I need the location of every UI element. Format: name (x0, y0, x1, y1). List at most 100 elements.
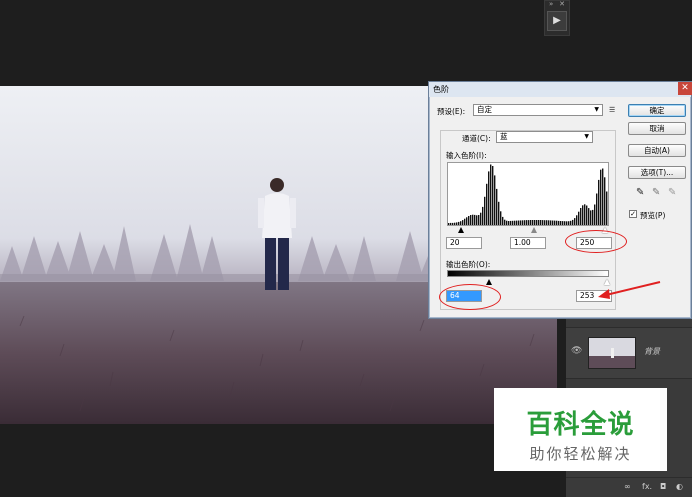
histogram-bar (588, 208, 590, 225)
histogram-bar (474, 214, 476, 225)
histogram-bar (534, 220, 536, 225)
histogram-bar (508, 221, 510, 225)
histogram-bar (568, 221, 570, 225)
histogram-bar (486, 183, 488, 225)
histogram-bar (518, 220, 520, 225)
chevron-down-icon: ▼ (584, 133, 589, 140)
histogram-bar (466, 217, 468, 225)
histogram-bar (526, 220, 528, 225)
preset-label: 预设(E): (437, 107, 466, 116)
input-gamma-slider[interactable] (531, 227, 537, 233)
histogram-bar (482, 206, 484, 225)
histogram-bar (464, 218, 466, 225)
options-button[interactable]: 选项(T)... (628, 166, 686, 179)
histogram-bar (500, 211, 502, 225)
histogram-bar (586, 205, 588, 225)
histogram-bar (538, 220, 540, 225)
histogram-bar (594, 204, 596, 225)
watermark-subtitle: 助你轻松解决 (529, 445, 632, 463)
histogram-bar (548, 220, 550, 225)
histogram-bar (598, 179, 600, 225)
input-levels-label: 输入色阶(I): (446, 151, 487, 160)
histogram-bar (590, 210, 592, 225)
channel-value: 蓝 (500, 132, 508, 141)
eye-icon[interactable]: 👁 (571, 346, 582, 356)
histogram-bar (458, 221, 460, 225)
white-eyedropper-icon[interactable]: ✎ (668, 187, 676, 198)
histogram-bar (492, 166, 494, 225)
play-icon: ▶ (553, 15, 561, 26)
mask-icon[interactable]: ◘ (660, 482, 666, 491)
close-icon[interactable]: ✕ (559, 0, 565, 8)
histogram-bar (462, 220, 464, 225)
cancel-button[interactable]: 取消 (628, 122, 686, 135)
histogram-bar (570, 220, 572, 225)
histogram-bar (580, 208, 582, 225)
histogram-bar (576, 215, 578, 225)
input-black-slider[interactable] (458, 227, 464, 233)
fx-icon[interactable]: fx. (642, 482, 652, 491)
output-gradient (447, 270, 609, 277)
adjustment-icon[interactable]: ◐ (676, 482, 683, 491)
histogram-bar (504, 219, 506, 225)
histogram-bar (582, 205, 584, 225)
photoshop-workspace: » ✕ ▶ 👁 背景 ∞ fx. ◘ ◐ 色阶 ✕ 预设(E): 自定 ▼ ☰ … (0, 0, 692, 497)
histogram-bar (496, 188, 498, 225)
channel-select[interactable]: 蓝 ▼ (496, 131, 593, 143)
histogram-bar (540, 220, 542, 225)
histogram-bar (514, 220, 516, 225)
dialog-close-button[interactable]: ✕ (678, 82, 692, 95)
histogram-bar (522, 220, 524, 225)
histogram-bar (454, 222, 456, 225)
layers-toolbar: ∞ fx. ◘ ◐ (566, 477, 692, 497)
black-eyedropper-icon[interactable]: ✎ (636, 187, 644, 198)
input-black-field[interactable]: 20 (446, 237, 482, 249)
output-levels-label: 输出色阶(O): (446, 260, 491, 269)
auto-button[interactable]: 自动(A) (628, 144, 686, 157)
histogram-bar (564, 221, 566, 225)
preview-label: 预览(P) (640, 211, 666, 220)
histogram-bar (470, 215, 472, 225)
ok-button[interactable]: 确定 (628, 104, 686, 117)
gray-eyedropper-icon[interactable]: ✎ (652, 187, 660, 198)
preview-checkbox[interactable]: ✓ (629, 210, 637, 218)
collapse-icon[interactable]: » (549, 0, 553, 8)
dialog-titlebar[interactable]: 色阶 ✕ (429, 82, 692, 97)
histogram-bar (512, 220, 514, 225)
input-gamma-field[interactable]: 1.00 (510, 237, 546, 249)
histogram-bar (530, 220, 532, 225)
actions-mini-panel: » ✕ ▶ (544, 0, 570, 36)
histogram-bar (552, 220, 554, 225)
histogram-bar (602, 168, 604, 225)
preset-select[interactable]: 自定 ▼ (473, 104, 603, 116)
histogram-bar (484, 196, 486, 225)
histogram-bar (572, 219, 574, 225)
histogram-bar (528, 220, 530, 225)
highlight-output-black (439, 284, 501, 310)
histogram-bar (450, 222, 452, 225)
histogram-bar (578, 211, 580, 225)
histogram-bar (558, 220, 560, 225)
histogram-bar (460, 221, 462, 225)
histogram-graph (448, 164, 608, 225)
histogram-bar (456, 222, 458, 225)
histogram-bar (554, 220, 556, 225)
histogram-bar (490, 164, 492, 225)
histogram-bar (520, 220, 522, 225)
watermark: 百科全说 助你轻松解决 (494, 388, 667, 471)
output-black-slider[interactable] (486, 279, 492, 285)
histogram-bar (536, 220, 538, 225)
histogram-bar (584, 204, 586, 225)
histogram-bar (472, 214, 474, 225)
histogram-bar (542, 220, 544, 225)
histogram-bar (592, 209, 594, 225)
histogram-bar (516, 220, 518, 225)
histogram-bar (506, 220, 508, 225)
play-button[interactable]: ▶ (547, 11, 567, 31)
histogram-bar (600, 169, 602, 225)
histogram-bar (562, 221, 564, 225)
link-icon[interactable]: ∞ (624, 482, 631, 491)
preset-menu-icon[interactable]: ☰ (609, 106, 615, 114)
layer-row-background[interactable]: 👁 背景 (566, 327, 692, 379)
layer-name: 背景 (644, 347, 660, 356)
